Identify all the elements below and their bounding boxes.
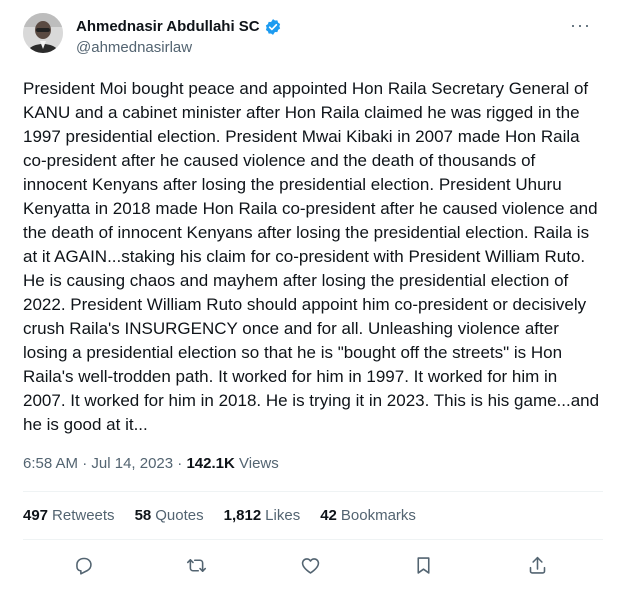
avatar-image — [23, 13, 63, 53]
bookmark-icon — [417, 556, 430, 574]
share-button[interactable] — [524, 552, 550, 578]
quotes-stat[interactable]: 58 Quotes — [135, 506, 204, 526]
like-icon — [301, 557, 319, 574]
retweet-icon — [186, 558, 207, 572]
author-display-name[interactable]: Ahmednasir Abdullahi SC — [76, 17, 260, 37]
meta-separator: · — [173, 455, 187, 472]
divider — [23, 539, 603, 540]
verified-badge-icon — [264, 18, 282, 36]
reply-button[interactable] — [70, 552, 96, 578]
like-button[interactable] — [297, 552, 323, 578]
tweet-date[interactable]: Jul 14, 2023 — [91, 455, 173, 472]
likes-stat[interactable]: 1,812 Likes — [224, 506, 301, 526]
meta-separator: · — [78, 455, 92, 472]
avatar[interactable] — [23, 13, 63, 53]
tweet-time[interactable]: 6:58 AM — [23, 455, 78, 472]
tweet-meta: 6:58 AM · Jul 14, 2023 · 142.1K Views — [23, 454, 279, 474]
bookmarks-stat[interactable]: 42 Bookmarks — [320, 506, 416, 526]
more-options-icon[interactable]: ··· — [570, 16, 591, 34]
reply-icon — [75, 557, 92, 575]
tweet-text: President Moi bought peace and appointed… — [23, 79, 600, 434]
tweet-card: Ahmednasir Abdullahi SC @ahmednasirlaw ·… — [0, 0, 619, 590]
author-name-row: Ahmednasir Abdullahi SC — [76, 17, 282, 37]
engagement-stats: 497 Retweets 58 Quotes 1,812 Likes 42 Bookma… — [23, 506, 416, 526]
retweet-button[interactable] — [184, 552, 210, 578]
action-bar — [70, 552, 550, 578]
share-icon — [529, 556, 545, 574]
author-handle[interactable]: @ahmednasirlaw — [76, 38, 192, 58]
bookmark-button[interactable] — [411, 552, 437, 578]
views-count: 142.1K — [186, 455, 235, 472]
retweets-stat[interactable]: 497 Retweets — [23, 506, 115, 526]
views-label: Views — [239, 455, 279, 472]
divider — [23, 491, 603, 492]
